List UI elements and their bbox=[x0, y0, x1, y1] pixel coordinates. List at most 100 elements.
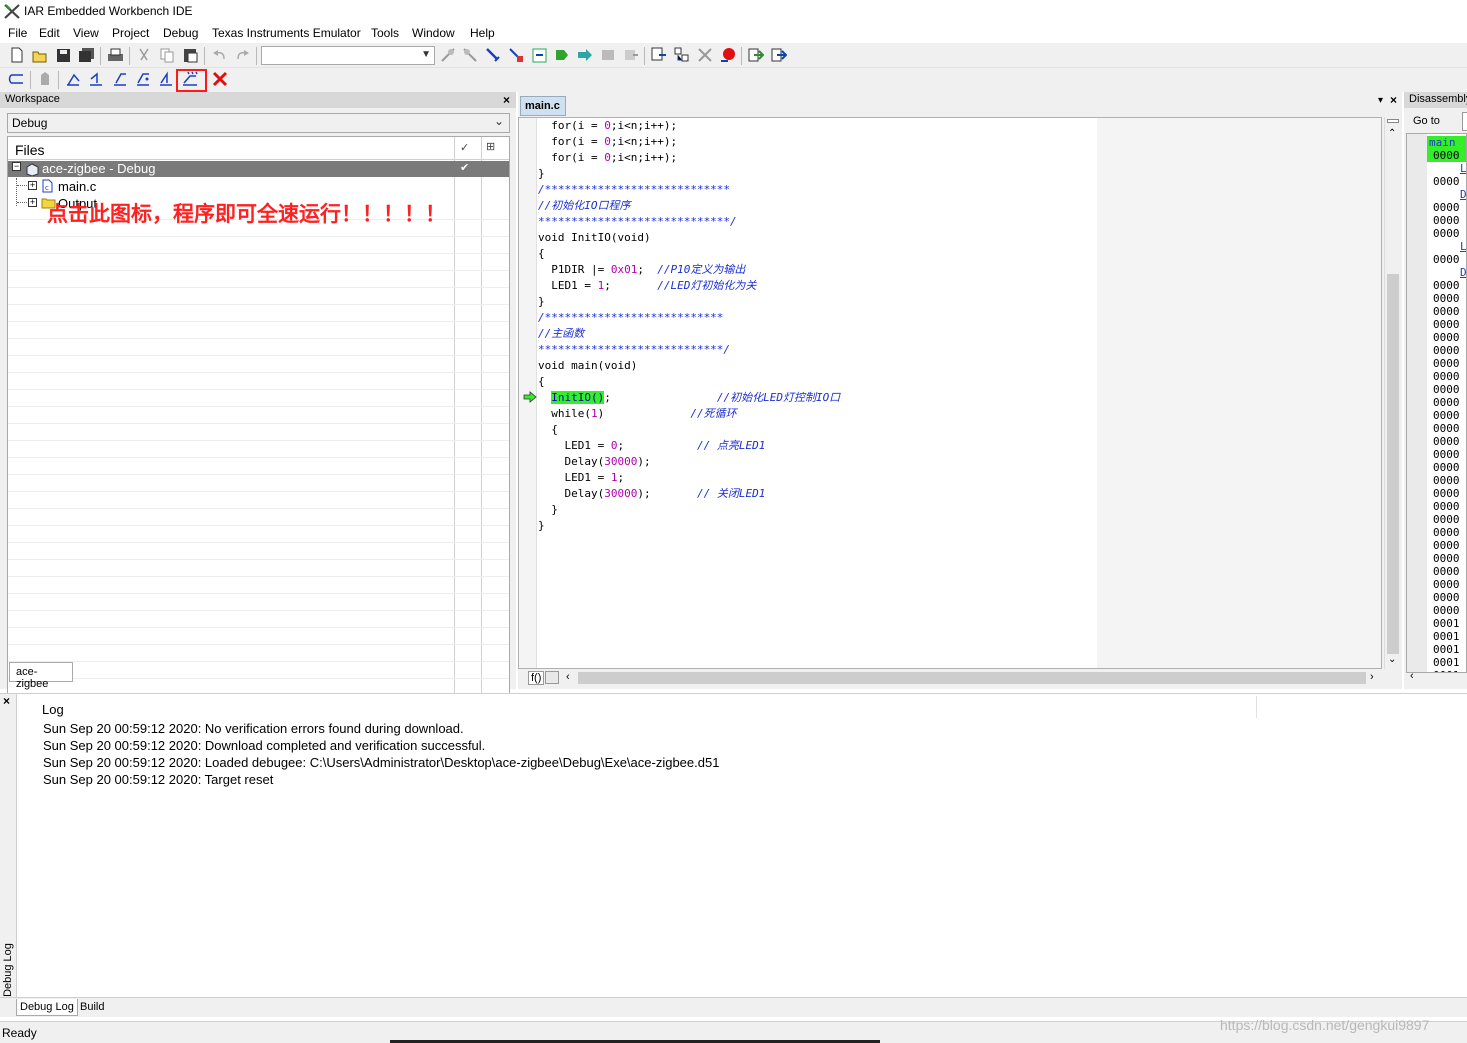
break-icon[interactable] bbox=[35, 69, 55, 89]
goto-icon[interactable] bbox=[529, 45, 549, 65]
disasm-row: 0000 bbox=[1433, 526, 1460, 539]
chevron-down-icon: ⌄ bbox=[493, 114, 504, 128]
scroll-down-icon[interactable]: ⌄ bbox=[1388, 654, 1396, 665]
menu-help[interactable]: Help bbox=[470, 26, 495, 40]
tab-debug-log[interactable]: Debug Log bbox=[16, 999, 78, 1016]
window-title: IAR Embedded Workbench IDE bbox=[24, 4, 193, 18]
toggle-bookmark-icon[interactable] bbox=[552, 45, 572, 65]
code-editor[interactable]: for(i = 0;i<n;i++); for(i = 0;i<n;i++); … bbox=[518, 117, 1382, 669]
copy-icon[interactable] bbox=[157, 45, 177, 65]
debug-icon[interactable] bbox=[649, 45, 669, 65]
print-icon[interactable] bbox=[105, 45, 125, 65]
paste-icon[interactable] bbox=[180, 45, 200, 65]
disassembly-list[interactable]: main 0000 0000 0000 0000 0000 0000 0000 0000 000… bbox=[1406, 133, 1467, 673]
tab-ace-zigbee[interactable]: ace-zigbee bbox=[9, 662, 73, 690]
tree-row-main-c[interactable]: + c main.c bbox=[8, 178, 448, 206]
editor-vertical-scrollbar[interactable]: ⌃ ⌄ bbox=[1384, 117, 1400, 669]
close-icon[interactable]: × bbox=[3, 694, 10, 708]
save-all-icon[interactable] bbox=[76, 45, 96, 65]
reset-icon[interactable] bbox=[7, 69, 27, 89]
menu-file[interactable]: File bbox=[8, 26, 27, 40]
next-bookmark-icon[interactable] bbox=[575, 45, 595, 65]
code-line: { bbox=[538, 374, 545, 390]
expand-icon[interactable]: + bbox=[28, 181, 37, 190]
code-line: } bbox=[538, 502, 558, 518]
function-navigator-button[interactable]: f() bbox=[528, 671, 545, 685]
menu-window[interactable]: Window bbox=[412, 26, 455, 40]
splitter-handle[interactable] bbox=[1387, 119, 1399, 123]
download-debug-icon[interactable] bbox=[672, 45, 692, 65]
toggle-box[interactable] bbox=[545, 671, 559, 684]
code-text: for(i = bbox=[538, 151, 605, 164]
menu-debug[interactable]: Debug bbox=[163, 26, 198, 40]
code-line: P1DIR |= 0x01; //P10定义为输出 bbox=[538, 262, 745, 278]
row-divider bbox=[8, 389, 509, 390]
stop-debugging-icon[interactable] bbox=[210, 69, 230, 89]
collapse-icon[interactable]: − bbox=[12, 162, 21, 171]
scroll-thumb[interactable] bbox=[578, 672, 1366, 684]
menu-view[interactable]: View bbox=[73, 26, 99, 40]
header-divider bbox=[8, 159, 509, 160]
menu-edit[interactable]: Edit bbox=[39, 26, 60, 40]
go-to-prev-icon[interactable] bbox=[769, 45, 789, 65]
configuration-select[interactable]: Debug ⌄ bbox=[7, 113, 510, 133]
menu-ti-emulator[interactable]: Texas Instruments Emulator bbox=[212, 26, 361, 40]
code-line: //初始化IO口程序 bbox=[538, 198, 631, 214]
close-icon[interactable]: × bbox=[503, 93, 510, 107]
goto-input[interactable] bbox=[1462, 112, 1467, 131]
tab-build[interactable]: Build bbox=[77, 999, 107, 1016]
column-divider bbox=[1256, 696, 1257, 718]
run-to-cursor-icon[interactable] bbox=[157, 69, 177, 89]
open-folder-icon[interactable] bbox=[30, 45, 50, 65]
redo-icon[interactable] bbox=[232, 45, 252, 65]
code-number: 0x01 bbox=[610, 263, 638, 276]
undo-icon[interactable] bbox=[209, 45, 229, 65]
breakpoint-icon[interactable] bbox=[718, 45, 738, 65]
code-text: Delay( bbox=[538, 455, 605, 468]
scroll-left-icon[interactable]: ‹ bbox=[1410, 670, 1414, 682]
row-divider bbox=[8, 440, 509, 441]
make-icon[interactable] bbox=[621, 45, 641, 65]
row-divider bbox=[8, 627, 509, 628]
find-next-icon[interactable] bbox=[438, 45, 458, 65]
navigate-icon[interactable] bbox=[506, 45, 526, 65]
next-statement-icon[interactable] bbox=[134, 69, 154, 89]
disasm-row: 0001 bbox=[1433, 669, 1460, 672]
editor-horizontal-scrollbar[interactable]: f() ‹ › bbox=[518, 670, 1382, 686]
scroll-right-icon[interactable]: › bbox=[1370, 671, 1374, 683]
disasm-row: 0000 bbox=[1433, 253, 1460, 266]
go-to-next-icon[interactable] bbox=[746, 45, 766, 65]
find-prev-icon[interactable] bbox=[460, 45, 480, 65]
close-icon[interactable]: × bbox=[1390, 93, 1397, 107]
step-over-icon[interactable] bbox=[64, 69, 84, 89]
scroll-thumb[interactable] bbox=[1387, 274, 1399, 654]
disasm-row: 0001 bbox=[1433, 643, 1460, 656]
log-line: Sun Sep 20 00:59:12 2020: No verificatio… bbox=[43, 721, 464, 736]
disasm-row: 0000 bbox=[1433, 149, 1460, 162]
separator bbox=[100, 47, 101, 65]
new-file-icon[interactable] bbox=[7, 45, 27, 65]
tab-main-c[interactable]: main.c bbox=[520, 96, 566, 116]
step-into-icon[interactable] bbox=[87, 69, 107, 89]
disasm-label: D bbox=[1460, 188, 1467, 201]
stop-debug-icon[interactable] bbox=[695, 45, 715, 65]
scroll-up-icon[interactable]: ⌃ bbox=[1388, 128, 1396, 139]
cut-icon[interactable] bbox=[134, 45, 154, 65]
row-divider bbox=[8, 491, 509, 492]
tree-row-project[interactable]: − ace-zigbee - Debug ✔ bbox=[8, 161, 509, 177]
menu-tools[interactable]: Tools bbox=[371, 26, 399, 40]
scroll-left-icon[interactable]: ‹ bbox=[566, 671, 570, 683]
save-icon[interactable] bbox=[53, 45, 73, 65]
menu-project[interactable]: Project bbox=[112, 26, 149, 40]
step-out-icon[interactable] bbox=[111, 69, 131, 89]
options-column-icon: ⊞ bbox=[486, 141, 496, 153]
find-combo[interactable]: ▼ bbox=[261, 46, 435, 65]
code-line: } bbox=[538, 518, 545, 534]
tab-menu-icon[interactable]: ▾ bbox=[1378, 95, 1383, 106]
disasm-row: 0000 bbox=[1433, 279, 1460, 292]
find-in-files-icon[interactable] bbox=[483, 45, 503, 65]
code-text: LED1 = bbox=[538, 439, 611, 452]
compile-icon[interactable] bbox=[598, 45, 618, 65]
expand-icon[interactable]: + bbox=[28, 198, 37, 207]
row-divider bbox=[8, 253, 509, 254]
